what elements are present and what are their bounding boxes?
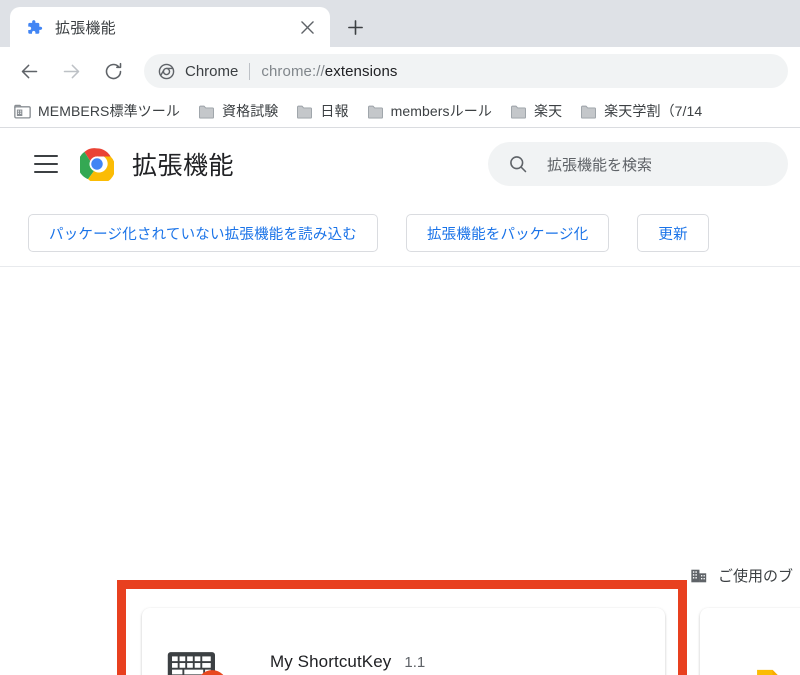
folder-special-icon <box>14 104 31 119</box>
bookmark-label: membersルール <box>390 103 492 119</box>
arrow-right-icon <box>63 64 79 78</box>
reload-button[interactable] <box>96 54 130 88</box>
plus-icon <box>347 19 363 35</box>
extension-meta: My ShortcutKey 1.1 ショートカットキー早見表 <box>270 632 665 675</box>
omnibox-separator <box>249 62 251 80</box>
close-x-icon <box>300 20 314 34</box>
url-host: extensions <box>324 62 398 80</box>
forward-button[interactable] <box>54 54 88 88</box>
arrow-left-icon <box>21 64 37 78</box>
omnibox-chip-label: Chrome <box>185 62 239 80</box>
section-label-text: ご使用のブ <box>718 568 794 585</box>
extensions-list-area: ご使用のブ 詳細 <box>0 266 800 675</box>
search-icon <box>510 156 527 173</box>
address-bar[interactable]: Chrome chrome://extensions <box>144 54 788 88</box>
puzzle-piece-icon <box>28 19 43 34</box>
extension-name: My ShortcutKey <box>270 652 392 671</box>
bookmark-label: 楽天学割（7/14 <box>604 103 703 119</box>
extension-card-partial[interactable]: 詳細 <box>700 608 800 675</box>
bookmark-item[interactable]: 楽天学割（7/14 <box>580 101 702 121</box>
extensions-header: 拡張機能 拡張機能を検索 <box>0 128 800 200</box>
search-input[interactable]: 拡張機能を検索 <box>488 142 788 186</box>
load-unpacked-button[interactable]: パッケージ化されていない拡張機能を読み込む <box>28 214 378 252</box>
folder-icon <box>199 105 214 119</box>
folder-icon <box>581 105 597 119</box>
bookmark-label: 楽天 <box>533 103 563 119</box>
extension-name-row: My ShortcutKey 1.1 <box>270 652 665 672</box>
chrome-mono-icon <box>158 63 175 79</box>
tab-strip: 拡張機能 <box>0 0 800 47</box>
bookmark-label: 資格試験 <box>222 103 279 119</box>
extensions-action-bar: パッケージ化されていない拡張機能を読み込む 拡張機能をパッケージ化 更新 <box>0 200 800 266</box>
chrome-logo-icon <box>80 148 114 181</box>
enterprise-building-icon <box>691 569 707 582</box>
browser-window: 拡張機能 Chrome chrome://extensions MEMBERS標… <box>0 0 800 675</box>
browser-toolbar: Chrome chrome://extensions <box>0 47 800 95</box>
extension-version: 1.1 <box>404 654 426 671</box>
extension-card-my-shortcutkey[interactable]: My ShortcutKey 1.1 ショートカットキー早見表 ID: fdhc… <box>142 608 665 675</box>
folder-icon <box>297 105 313 119</box>
url-scheme: chrome:// <box>261 62 325 80</box>
section-label-installed-by-enterprise: ご使用のブ <box>690 565 793 586</box>
folder-icon <box>367 105 383 119</box>
hamburger-icon[interactable] <box>34 155 58 173</box>
update-button[interactable]: 更新 <box>637 214 709 252</box>
bookmarks-bar: MEMBERS標準ツール 資格試験 日報 membersルール 楽天 楽天学割（… <box>0 95 800 127</box>
bookmark-item[interactable]: 楽天 <box>510 101 562 121</box>
bookmark-item[interactable]: MEMBERS標準ツール <box>14 101 180 121</box>
extension-card-body: My ShortcutKey 1.1 ショートカットキー早見表 ID: fdhc… <box>142 608 665 675</box>
pack-extension-button[interactable]: 拡張機能をパッケージ化 <box>405 214 610 252</box>
reload-icon <box>105 62 121 79</box>
bookmark-label: MEMBERS標準ツール <box>38 103 180 119</box>
omnibox-url: chrome://extensions <box>261 63 397 80</box>
google-docs-with-orange-badge-icon <box>757 669 778 675</box>
bookmark-item[interactable]: 日報 <box>296 101 349 121</box>
bookmark-item[interactable]: membersルール <box>367 101 492 121</box>
extensions-page: 拡張機能 拡張機能を検索 パッケージ化されていない拡張機能を読み込む 拡張機能を… <box>0 128 800 675</box>
keyboard-with-orange-badge-icon <box>167 652 224 675</box>
new-tab-button[interactable] <box>338 10 372 44</box>
tab-title: 拡張機能 <box>55 19 116 37</box>
close-icon[interactable] <box>296 16 318 38</box>
page-title: 拡張機能 <box>132 152 235 180</box>
browser-tab-extensions[interactable]: 拡張機能 <box>10 7 330 47</box>
bookmark-item[interactable]: 資格試験 <box>198 101 278 121</box>
bookmark-label: 日報 <box>320 103 349 119</box>
back-button[interactable] <box>12 54 46 88</box>
folder-icon <box>511 105 526 119</box>
search-placeholder: 拡張機能を検索 <box>547 156 653 174</box>
